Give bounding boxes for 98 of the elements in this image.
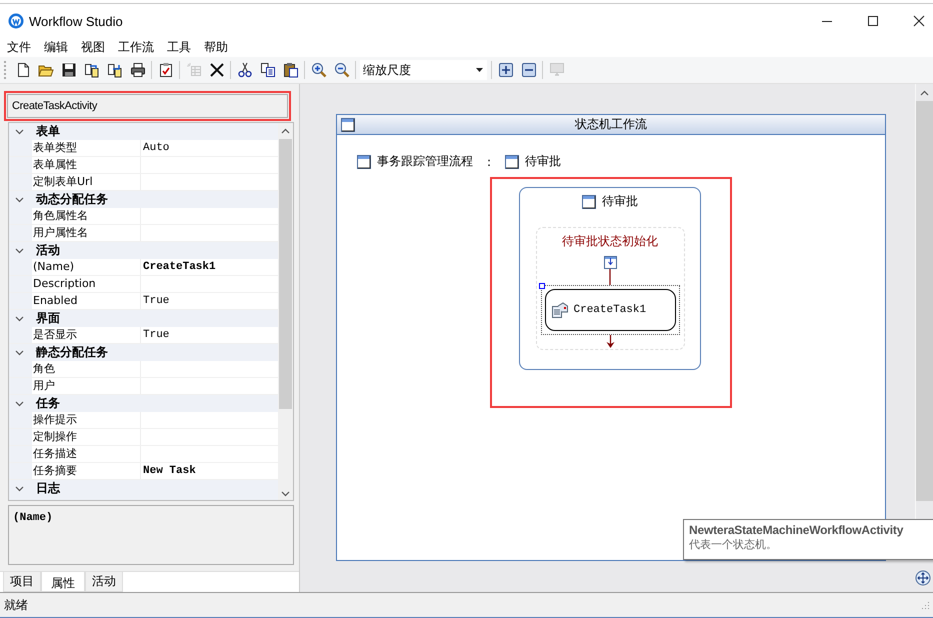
initialization-title: 待审批状态初始化 [562,233,658,250]
property-name[interactable]: 表单类型 [32,140,141,156]
category-row[interactable]: 表单 [9,123,278,140]
object-selector[interactable]: CreateTaskActivity [7,94,288,118]
property-value[interactable]: Auto [141,140,278,156]
category-name: 静态分配任务 [36,344,108,361]
connector-arrow [606,335,614,349]
panel-tab[interactable]: 属性 [41,572,85,592]
scroll-up-icon[interactable] [920,90,929,96]
property-name[interactable]: (Name) [32,259,141,275]
panel-tab[interactable]: 活动 [85,572,123,592]
category-name: 活动 [36,242,60,259]
chevron-icon[interactable] [15,350,24,356]
export-icon[interactable] [106,62,122,78]
maximize-icon[interactable] [867,15,879,27]
window-icon [341,118,355,132]
chevron-icon[interactable] [15,248,24,254]
breadcrumb-item[interactable]: 事务跟踪管理流程 [377,153,473,170]
menu-item[interactable]: 编辑 [44,38,68,56]
chevron-icon[interactable] [15,486,24,492]
category-row[interactable]: 活动 [9,242,278,259]
print-icon[interactable] [130,62,146,78]
property-name[interactable]: 是否显示 [32,327,141,343]
property-name[interactable]: 定制操作 [32,429,141,445]
start-icon [604,256,616,269]
tooltip-title: NewteraStateMachineWorkflowActivity [689,523,904,537]
dropdown-value: 缩放尺度 [363,62,411,78]
connector-line [609,269,611,285]
category-row[interactable]: 日志 [9,480,278,497]
status-text: 就绪 [4,596,28,614]
property-value[interactable]: True [141,293,278,309]
close-icon[interactable] [913,15,925,27]
property-name[interactable]: 用户属性名 [32,225,141,241]
category-row[interactable]: 任务 [9,395,278,412]
property-value[interactable]: True [141,327,278,343]
state-box[interactable]: 待审批 待审批状态初始化 CreateTask1 [519,187,701,370]
property-name[interactable]: 操作提示 [32,412,141,428]
property-name[interactable]: 用户 [32,378,141,394]
dropdown-arrow-icon [476,68,483,72]
state-icon [582,194,596,208]
chevron-icon[interactable] [15,128,24,134]
category-name: 动态分配任务 [36,191,108,208]
paste-icon[interactable] [282,62,298,78]
scrollbar[interactable] [278,123,293,500]
activity-node[interactable]: CreateTask1 [544,289,676,331]
category-row[interactable]: 静态分配任务 [9,344,278,361]
tooltip-text: 代表一个状态机。 [689,537,778,552]
menu-item[interactable]: 工具 [167,38,191,56]
category-name: 表单 [36,123,60,140]
breadcrumb-separator: : [487,154,492,168]
cut-icon[interactable] [236,62,252,78]
expand-icon[interactable] [498,62,514,78]
copy-icon[interactable] [260,62,276,78]
property-name[interactable]: 表单属性 [32,157,141,173]
property-name[interactable]: Enabled [32,293,141,309]
clipboard-check-icon[interactable] [158,62,174,78]
zoom-dropdown[interactable]: 缩放尺度 [360,60,487,80]
property-name[interactable]: 任务描述 [32,446,141,462]
chevron-icon[interactable] [15,400,24,406]
task-icon [552,302,568,318]
property-name[interactable]: 角色属性名 [32,208,141,224]
resize-grip-icon [920,600,930,610]
delete-icon[interactable] [208,62,224,78]
menu-item[interactable]: 视图 [81,38,105,56]
state-icon [357,154,371,168]
import-icon[interactable] [84,62,100,78]
save-icon[interactable] [60,62,76,78]
description-title: (Name) [13,512,53,524]
category-row[interactable]: 动态分配任务 [9,191,278,208]
breadcrumb-item[interactable]: 待审批 [525,153,562,170]
zoom-out-icon[interactable] [334,62,350,78]
property-name[interactable]: 任务摘要 [32,463,141,479]
property-value[interactable]: New Task [141,463,278,479]
chevron-icon[interactable] [15,196,24,202]
app-logo-icon [8,13,24,29]
category-name: 日志 [36,480,60,497]
panel-tab[interactable]: 项目 [3,572,41,592]
zoom-in-icon[interactable] [310,62,326,78]
activity-name: CreateTask1 [574,304,646,316]
category-name: 任务 [36,395,60,412]
category-row[interactable]: 界面 [9,310,278,327]
category-name: 界面 [36,310,60,327]
scroll-up-icon[interactable] [281,128,290,134]
property-name[interactable]: 角色 [32,361,141,377]
pan-icon[interactable] [915,570,931,586]
menu-item[interactable]: 文件 [7,38,31,56]
window-title: Workflow Studio [29,14,123,28]
collapse-icon[interactable] [520,62,536,78]
state-icon [505,154,520,168]
state-title: 待审批 [602,193,638,210]
property-name[interactable]: Description [32,276,141,292]
scroll-down-icon[interactable] [281,491,290,498]
designer-title: 状态机工作流 [574,116,648,133]
property-name[interactable]: 定制表单Url [32,174,141,190]
menu-item[interactable]: 帮助 [204,38,228,56]
property-value[interactable]: CreateTask1 [141,259,278,275]
menu-item[interactable]: 工作流 [118,38,154,56]
chevron-icon[interactable] [15,316,24,322]
